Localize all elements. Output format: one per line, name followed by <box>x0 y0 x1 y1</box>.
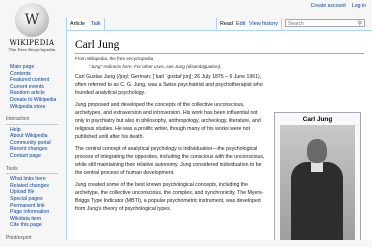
sidebar-item-upload-file[interactable]: Upload file <box>0 189 64 196</box>
sidebar-item-community-portal[interactable]: Community portal <box>0 140 64 147</box>
sidebar-item-page-information[interactable]: Page information <box>0 209 64 216</box>
sidebar-item-donate[interactable]: Donate to Wikipedia <box>0 97 64 104</box>
sidebar-item-permanent-link[interactable]: Permanent link <box>0 203 64 210</box>
paragraph-concepts: Jung proposed and developed the concepts… <box>75 102 261 140</box>
divider <box>6 123 58 125</box>
hatnote: "Jung" redirects here. For other uses, s… <box>89 64 222 69</box>
create-account-link[interactable]: Create account <box>311 3 346 9</box>
portrait-figure <box>291 162 343 240</box>
sidebar-item-special-pages[interactable]: Special pages <box>0 196 64 203</box>
sidebar-item-about[interactable]: About Wikipedia <box>0 133 64 140</box>
search-input[interactable]: Search ⚲ <box>285 19 365 27</box>
article-body: Carl Gustav Jung (/jʊŋ/; German: [ˈkarl … <box>75 73 267 213</box>
sidebar-item-what-links-here[interactable]: What links here <box>0 176 64 183</box>
portrait-image[interactable] <box>280 125 355 240</box>
sidebar-item-contact[interactable]: Contact page <box>0 153 64 160</box>
divider <box>6 173 58 175</box>
sidebar-navigation: Main page Contents Featured content Curr… <box>0 64 64 110</box>
logo-wordmark: WIKIPEDIA <box>9 39 55 47</box>
sidebar-item-contents[interactable]: Contents <box>0 71 64 78</box>
log-in-link[interactable]: Log in <box>352 3 366 9</box>
sidebar-header-interaction: Interaction <box>6 116 30 123</box>
sidebar-item-recent-changes[interactable]: Recent changes <box>0 146 64 153</box>
sidebar-item-cite-page[interactable]: Cite this page <box>0 222 64 229</box>
search-placeholder: Search <box>288 21 304 27</box>
tab-article[interactable]: Article <box>66 18 89 30</box>
article-content: Carl Jung From Wikipedia, the free encyc… <box>66 30 372 240</box>
site-subtitle: From Wikipedia, the free encyclopedia <box>75 56 154 61</box>
search-icon[interactable]: ⚲ <box>358 20 362 28</box>
wikipedia-logo[interactable]: W WIKIPEDIA The Free Encyclopedia <box>4 2 60 60</box>
sidebar-item-main-page[interactable]: Main page <box>0 64 64 71</box>
infobox: Carl Jung <box>274 112 361 240</box>
sidebar-header-tools: Tools <box>6 165 18 172</box>
infobox-title: Carl Jung <box>302 116 333 123</box>
logo-tagline: The Free Encyclopedia <box>8 47 56 52</box>
sidebar: Main page Contents Featured content Curr… <box>0 64 64 247</box>
page-title: Carl Jung <box>75 39 364 54</box>
puzzle-globe-icon: W <box>15 3 49 37</box>
sidebar-item-featured-content[interactable]: Featured content <box>0 77 64 84</box>
personal-tools: Create account Log in <box>311 3 366 9</box>
sidebar-item-store[interactable]: Wikipedia store <box>0 104 64 111</box>
paragraph-psychological-concepts: Jung created some of the best known psyc… <box>75 182 264 212</box>
paragraph-intro: Carl Gustav Jung (/jʊŋ/; German: [ˈkarl … <box>75 74 263 96</box>
sidebar-item-random-article[interactable]: Random article <box>0 90 64 97</box>
tab-talk[interactable]: Talk <box>88 18 105 30</box>
sidebar-item-wikidata-item[interactable]: Wikidata item <box>0 216 64 223</box>
sidebar-interaction: Interaction Help About Wikipedia Communi… <box>0 116 64 159</box>
portrait-head <box>307 139 327 163</box>
sidebar-tools: Tools What links here Related changes Up… <box>0 166 64 229</box>
sidebar-item-related-changes[interactable]: Related changes <box>0 183 64 190</box>
paragraph-individuation: The central concept of analytical psycho… <box>75 146 265 176</box>
sidebar-item-current-events[interactable]: Current events <box>0 84 64 91</box>
portrait-collar <box>311 162 323 172</box>
sidebar-item-help[interactable]: Help <box>0 127 64 134</box>
tab-view-history[interactable]: View history <box>246 18 282 30</box>
